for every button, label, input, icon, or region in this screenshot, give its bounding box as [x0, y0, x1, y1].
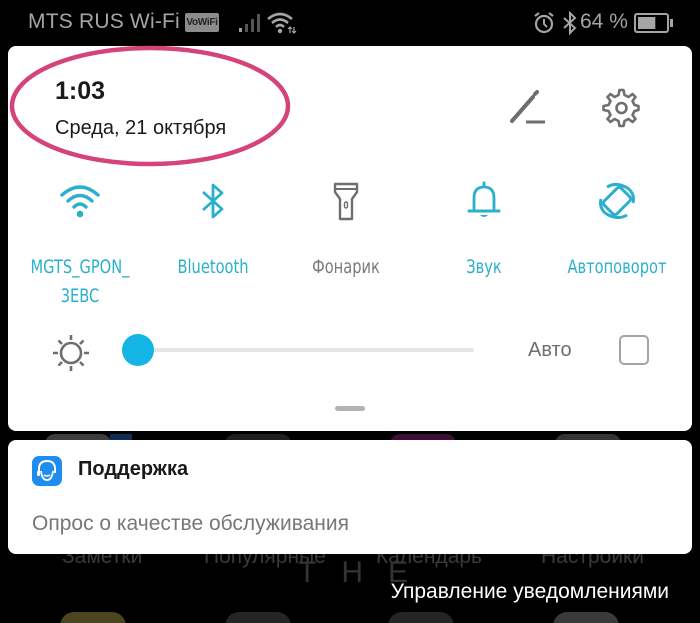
tile-auto-rotate[interactable]: Автоповорот — [549, 176, 685, 306]
brightness-slider[interactable] — [122, 334, 474, 366]
tile-wifi[interactable]: MGTS_GPON_ 3EBC — [12, 176, 148, 307]
tile-bluetooth[interactable]: Bluetooth — [145, 176, 281, 306]
clock-time: 1:03 — [55, 77, 106, 105]
bluetooth-icon — [202, 183, 224, 219]
panel-drag-handle[interactable] — [335, 406, 365, 411]
tile-label: Автоповорот — [567, 257, 667, 278]
support-headset-icon — [32, 456, 62, 486]
brightness-slider-thumb[interactable] — [122, 334, 154, 366]
tile-label: Фонарик — [312, 257, 380, 278]
flashlight-icon — [333, 182, 359, 221]
quick-settings-panel: 1:03 Среда, 21 октября MGTS_GPON_ 3EBC B… — [8, 45, 692, 431]
background-dock-icon — [388, 612, 454, 623]
notification-card[interactable]: Поддержка Опрос о качестве обслуживания — [8, 440, 692, 554]
tile-label: MGTS_GPON_ 3EBC — [30, 257, 130, 307]
carrier-name: MTS RUS Wi-Fi — [28, 10, 180, 33]
background-dock-icon — [60, 612, 126, 623]
status-bar: MTS RUS Wi-Fi VoWiFi 64 % — [0, 0, 700, 46]
bluetooth-icon — [561, 10, 579, 40]
manage-notifications-button[interactable]: Управление уведомлениями — [391, 580, 669, 604]
tile-label: Bluetooth — [177, 257, 249, 278]
notification-text: Опрос о качестве обслуживания — [32, 512, 349, 535]
tile-label: Звук — [466, 257, 502, 278]
highlight-ellipse — [9, 45, 291, 167]
quick-tiles: MGTS_GPON_ 3EBC Bluetooth Фонарик Звук А… — [8, 176, 692, 307]
clock-date: Среда, 21 октября — [55, 117, 227, 139]
settings-button[interactable] — [599, 86, 643, 130]
alarm-icon — [532, 11, 556, 40]
pencil-icon — [510, 90, 545, 124]
tile-sound[interactable]: Звук — [416, 176, 552, 306]
bell-icon — [467, 181, 501, 217]
sun-icon — [53, 335, 89, 371]
vowifi-badge: VoWiFi — [185, 13, 219, 32]
battery-icon — [634, 13, 674, 38]
battery-percent: 64 % — [580, 10, 628, 33]
wifi-icon — [60, 185, 100, 218]
tile-flashlight[interactable]: Фонарик — [278, 176, 414, 306]
signal-icon — [237, 12, 263, 39]
auto-rotate-icon — [599, 182, 635, 220]
wifi-icon — [266, 11, 298, 40]
auto-brightness-checkbox[interactable] — [619, 335, 649, 365]
edit-tiles-button[interactable] — [506, 89, 550, 127]
background-dock-icon — [225, 612, 291, 623]
notification-app-name: Поддержка — [78, 458, 189, 480]
gear-icon — [602, 88, 640, 128]
background-dock-icon — [553, 612, 619, 623]
auto-brightness-label: Авто — [528, 339, 572, 361]
